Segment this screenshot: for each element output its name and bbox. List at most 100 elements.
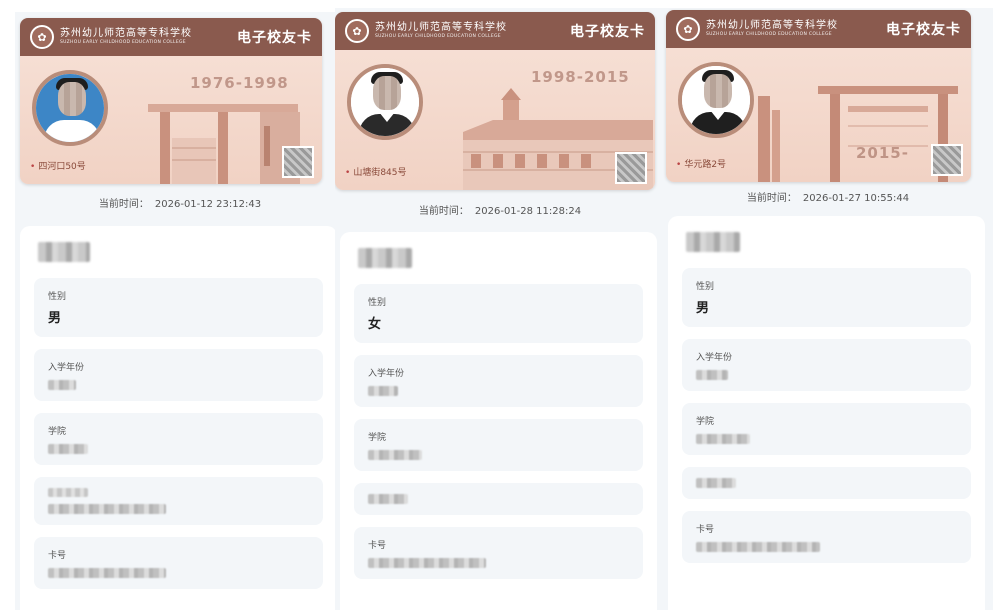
card-number-blurred (696, 542, 820, 552)
avatar-face-blurred (704, 74, 732, 108)
card-years: 1998-2015 (531, 68, 630, 86)
field-gender: 性别 女 (354, 284, 643, 343)
avatar (678, 62, 754, 138)
card-years: 2015- (856, 144, 909, 162)
field-enroll-year: 入学年份 (34, 349, 323, 401)
gender-value: 男 (48, 311, 62, 326)
avatar (32, 70, 108, 146)
field-college: 学院 (354, 419, 643, 471)
avatar (347, 64, 423, 140)
avatar-clothes (44, 120, 100, 142)
time-value: 2026-01-27 10:55:44 (802, 193, 910, 204)
phone-screen-2: ✿ 苏州幼儿师范高等专科学校 SUZHOU EARLY CHILDHOOD ED… (335, 8, 665, 610)
gender-value: 女 (368, 317, 382, 332)
school-name: 苏州幼儿师范高等专科学校 SUZHOU EARLY CHILDHOOD EDUC… (706, 19, 838, 38)
card-title: 电子校友卡 (886, 22, 961, 38)
major-blurred (48, 504, 166, 514)
enroll-year-label: 入学年份 (696, 353, 733, 363)
enroll-year-blurred (48, 380, 76, 390)
field-college: 学院 (34, 413, 323, 465)
enroll-year-label: 入学年份 (48, 363, 85, 373)
field-major (354, 483, 643, 515)
gender-value: 男 (696, 301, 710, 316)
school-name: 苏州幼儿师范高等专科学校 SUZHOU EARLY CHILDHOOD EDUC… (60, 27, 192, 46)
card-header: ✿ 苏州幼儿师范高等专科学校 SUZHOU EARLY CHILDHOOD ED… (666, 10, 971, 48)
field-enroll-year: 入学年份 (354, 355, 643, 407)
phone-screen-3: ✿ 苏州幼儿师范高等专科学校 SUZHOU EARLY CHILDHOOD ED… (663, 8, 993, 610)
field-major (682, 467, 971, 499)
qr-code[interactable] (615, 152, 647, 184)
info-panel: 性别 女 入学年份 学院 卡号 (340, 232, 657, 610)
school-name-cn: 苏州幼儿师范高等专科学校 (375, 21, 507, 33)
name-blurred (38, 242, 90, 262)
alumni-card[interactable]: ✿ 苏州幼儿师范高等专科学校 SUZHOU EARLY CHILDHOOD ED… (335, 12, 655, 190)
school-emblem-icon: ✿ (345, 19, 369, 43)
card-title: 电子校友卡 (237, 30, 312, 46)
gender-label: 性别 (368, 298, 387, 308)
campus-address: 华元路2号 (676, 157, 726, 170)
time-value: 2026-01-12 23:12:43 (154, 199, 262, 210)
field-card-number: 卡号 (34, 537, 323, 589)
college-blurred (696, 434, 750, 444)
card-artwork: 2015- 华元路2号 (666, 48, 971, 182)
info-panel: 性别 男 入学年份 学院 卡号 (668, 216, 985, 610)
qr-code[interactable] (282, 146, 314, 178)
school-emblem-icon: ✿ (676, 17, 700, 41)
card-years: 1976-1998 (190, 74, 289, 92)
alumni-card[interactable]: ✿ 苏州幼儿师范高等专科学校 SUZHOU EARLY CHILDHOOD ED… (20, 18, 322, 184)
card-number-blurred (48, 568, 166, 578)
campus-address: 四河口50号 (30, 159, 85, 172)
info-panel: 性别 男 入学年份 学院 卡号 (20, 226, 337, 610)
card-number-label: 卡号 (48, 551, 67, 561)
current-time: 当前时间： 2026-01-12 23:12:43 (15, 195, 345, 210)
field-college: 学院 (682, 403, 971, 455)
alumni-card[interactable]: ✿ 苏州幼儿师范高等专科学校 SUZHOU EARLY CHILDHOOD ED… (666, 10, 971, 182)
card-number-blurred (368, 558, 486, 568)
college-label: 学院 (48, 427, 67, 437)
field-enroll-year: 入学年份 (682, 339, 971, 391)
gender-label: 性别 (48, 292, 67, 302)
card-artwork: 1976-1998 四河口50号 (20, 56, 322, 184)
time-label: 当前时间： (746, 193, 797, 204)
major-blurred (696, 478, 736, 488)
name-blurred (358, 248, 412, 268)
phone-screen-1: ✿ 苏州幼儿师范高等专科学校 SUZHOU EARLY CHILDHOOD ED… (15, 12, 345, 610)
college-blurred (48, 444, 88, 454)
time-label: 当前时间： (98, 199, 149, 210)
avatar-face-blurred (58, 82, 86, 116)
college-label: 学院 (696, 417, 715, 427)
card-title: 电子校友卡 (570, 24, 645, 40)
school-name-cn: 苏州幼儿师范高等专科学校 (706, 19, 838, 31)
field-gender: 性别 男 (682, 268, 971, 327)
field-gender: 性别 男 (34, 278, 323, 337)
gender-label: 性别 (696, 282, 715, 292)
major-label-blurred (48, 488, 88, 497)
screenshot-stage: ✿ 苏州幼儿师范高等专科学校 SUZHOU EARLY CHILDHOOD ED… (0, 0, 1000, 610)
card-header: ✿ 苏州幼儿师范高等专科学校 SUZHOU EARLY CHILDHOOD ED… (335, 12, 655, 50)
enroll-year-label: 入学年份 (368, 369, 405, 379)
time-label: 当前时间： (418, 206, 469, 217)
school-name-en: SUZHOU EARLY CHILDHOOD EDUCATION COLLEGE (375, 33, 501, 39)
name-blurred (686, 232, 740, 252)
major-blurred (368, 494, 408, 504)
enroll-year-blurred (696, 370, 728, 380)
field-major (34, 477, 323, 525)
avatar-face-blurred (373, 76, 401, 110)
school-name-en: SUZHOU EARLY CHILDHOOD EDUCATION COLLEGE (706, 31, 832, 37)
card-artwork: 1998-2015 山塘街845号 (335, 50, 655, 190)
college-blurred (368, 450, 422, 460)
field-card-number: 卡号 (682, 511, 971, 563)
school-emblem-icon: ✿ (30, 25, 54, 49)
campus-address: 山塘街845号 (345, 165, 406, 178)
card-number-label: 卡号 (368, 541, 387, 551)
card-header: ✿ 苏州幼儿师范高等专科学校 SUZHOU EARLY CHILDHOOD ED… (20, 18, 322, 56)
current-time: 当前时间： 2026-01-28 11:28:24 (335, 202, 665, 217)
time-value: 2026-01-28 11:28:24 (474, 206, 582, 217)
school-name: 苏州幼儿师范高等专科学校 SUZHOU EARLY CHILDHOOD EDUC… (375, 21, 507, 40)
enroll-year-blurred (368, 386, 398, 396)
current-time: 当前时间： 2026-01-27 10:55:44 (663, 189, 993, 204)
school-name-cn: 苏州幼儿师范高等专科学校 (60, 27, 192, 39)
school-name-en: SUZHOU EARLY CHILDHOOD EDUCATION COLLEGE (60, 39, 186, 45)
field-card-number: 卡号 (354, 527, 643, 579)
qr-code[interactable] (931, 144, 963, 176)
